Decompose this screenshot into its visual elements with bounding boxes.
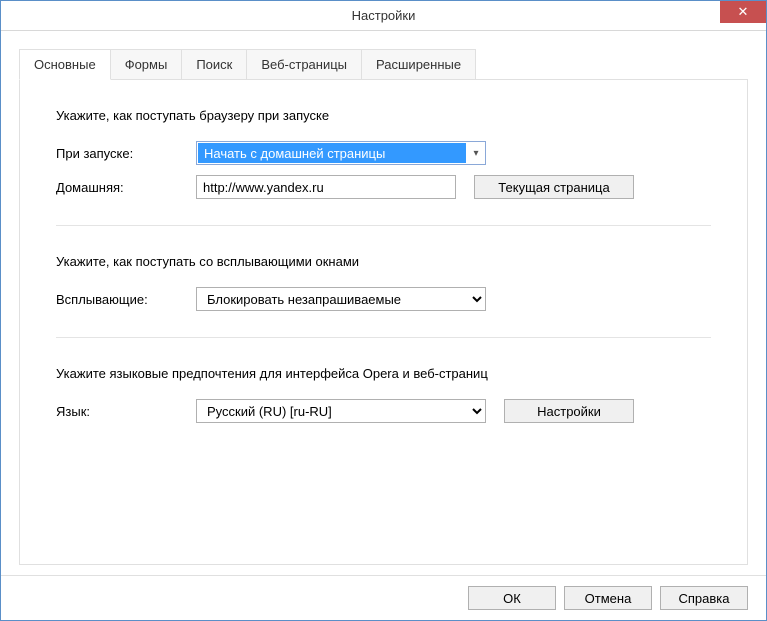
divider (56, 337, 711, 338)
titlebar: Настройки ✕ (1, 1, 766, 31)
dialog-footer: ОК Отмена Справка (1, 575, 766, 620)
home-label: Домашняя: (56, 180, 196, 195)
tab-strip: Основные Формы Поиск Веб-страницы Расшир… (19, 49, 748, 80)
current-page-button[interactable]: Текущая страница (474, 175, 634, 199)
homepage-row: Домашняя: Текущая страница (56, 175, 711, 199)
popups-label: Всплывающие: (56, 292, 196, 307)
language-heading: Укажите языковые предпочтения для интерф… (56, 366, 711, 381)
close-button[interactable]: ✕ (720, 1, 766, 23)
tab-forms[interactable]: Формы (110, 49, 183, 79)
language-row: Язык: Русский (RU) [ru-RU] Настройки (56, 399, 711, 423)
close-icon: ✕ (738, 4, 749, 20)
tab-label: Основные (34, 57, 96, 72)
tab-webpages[interactable]: Веб-страницы (246, 49, 362, 79)
on-startup-select[interactable]: Начать с домашней страницы ▾ (196, 141, 486, 165)
language-settings-button[interactable]: Настройки (504, 399, 634, 423)
tab-label: Веб-страницы (261, 57, 347, 72)
tab-label: Поиск (196, 57, 232, 72)
divider (56, 225, 711, 226)
language-select[interactable]: Русский (RU) [ru-RU] (196, 399, 486, 423)
on-startup-label: При запуске: (56, 146, 196, 161)
tab-panel-general: Укажите, как поступать браузеру при запу… (19, 80, 748, 565)
window-title: Настройки (1, 8, 766, 23)
settings-window: Настройки ✕ Основные Формы Поиск Веб-стр… (0, 0, 767, 621)
startup-row: При запуске: Начать с домашней страницы … (56, 141, 711, 165)
tab-advanced[interactable]: Расширенные (361, 49, 476, 79)
language-label: Язык: (56, 404, 196, 419)
tab-general[interactable]: Основные (19, 49, 111, 80)
home-input[interactable] (196, 175, 456, 199)
popups-select[interactable]: Блокировать незапрашиваемые (196, 287, 486, 311)
tab-label: Расширенные (376, 57, 461, 72)
cancel-button[interactable]: Отмена (564, 586, 652, 610)
on-startup-value: Начать с домашней страницы (198, 143, 466, 163)
startup-heading: Укажите, как поступать браузеру при запу… (56, 108, 711, 123)
chevron-down-icon: ▾ (467, 148, 485, 159)
popups-row: Всплывающие: Блокировать незапрашиваемые (56, 287, 711, 311)
ok-button[interactable]: ОК (468, 586, 556, 610)
popups-heading: Укажите, как поступать со всплывающими о… (56, 254, 711, 269)
tab-label: Формы (125, 57, 168, 72)
tab-search[interactable]: Поиск (181, 49, 247, 79)
help-button[interactable]: Справка (660, 586, 748, 610)
content-area: Основные Формы Поиск Веб-страницы Расшир… (1, 31, 766, 575)
